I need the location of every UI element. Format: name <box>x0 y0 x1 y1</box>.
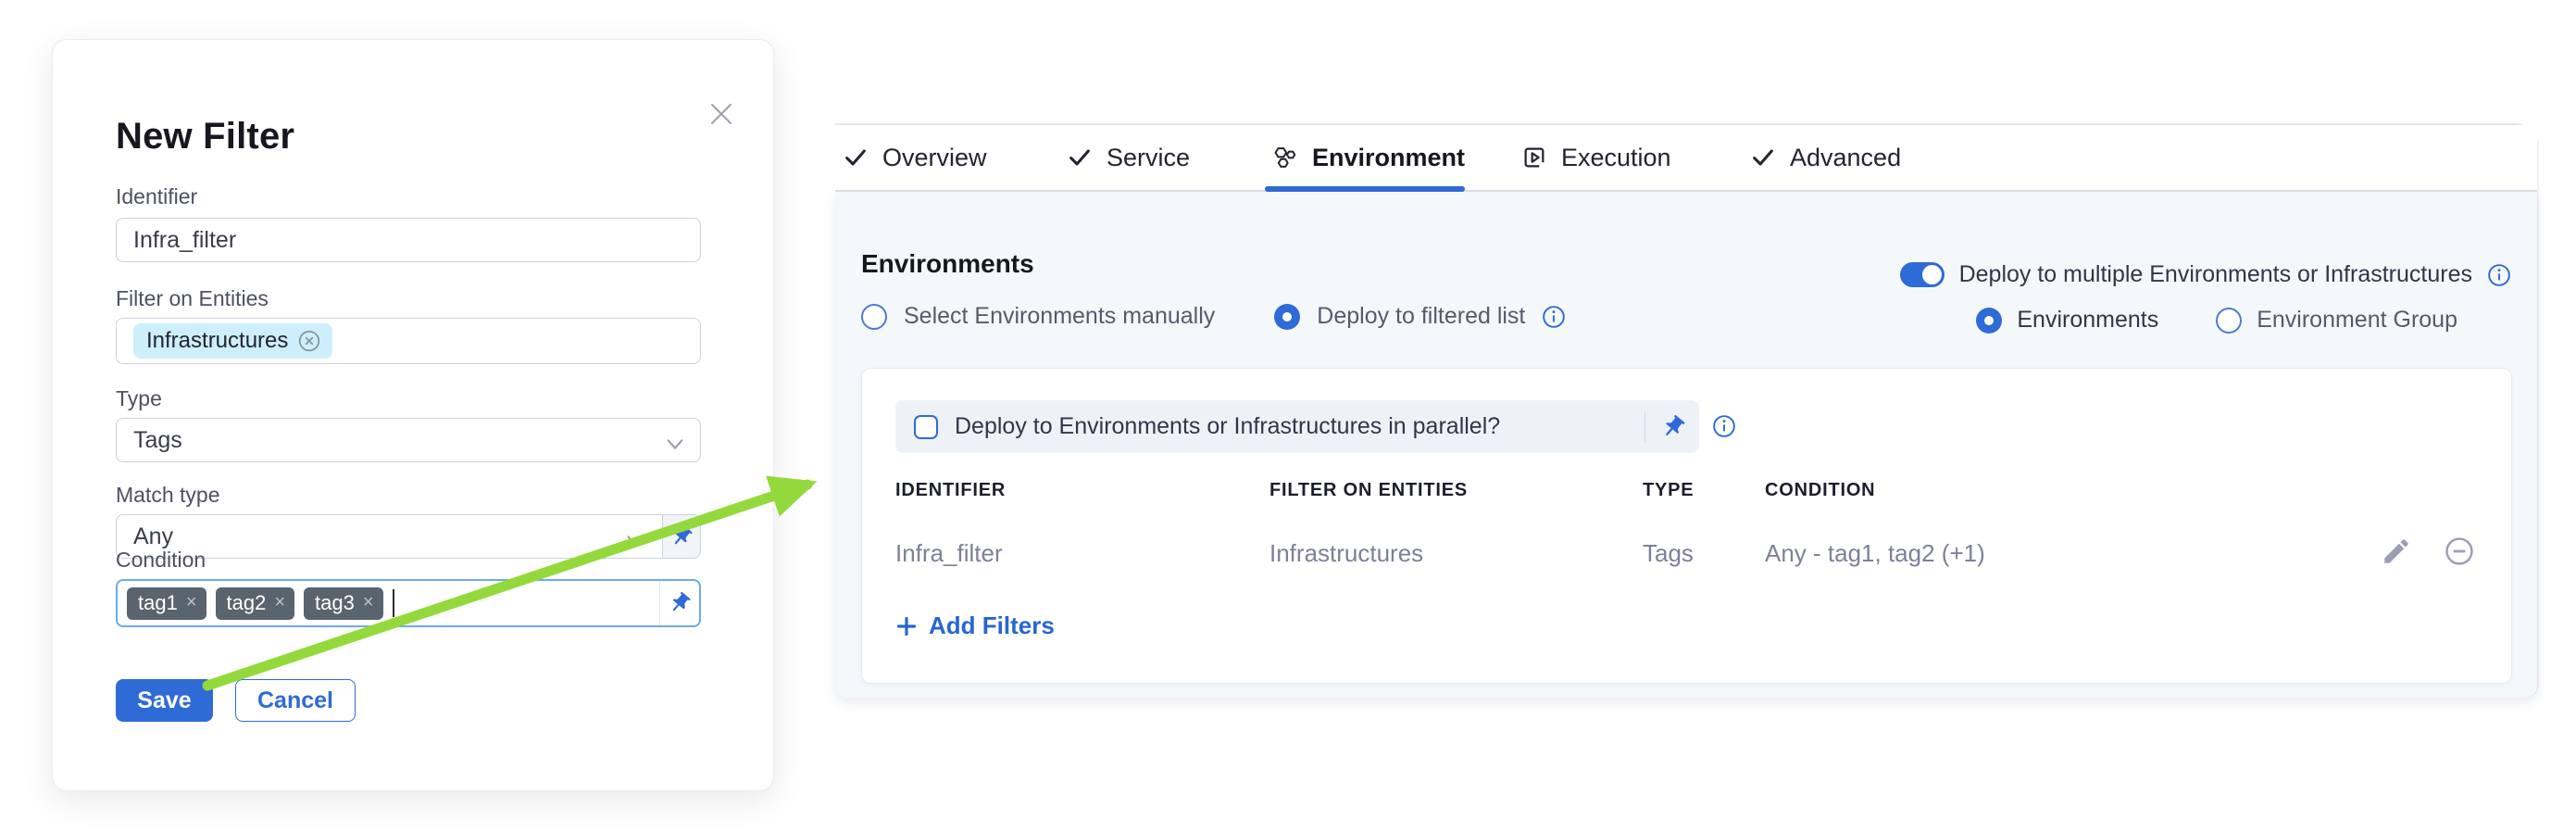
deploy-to-filtered-list-radio[interactable] <box>1274 304 1300 330</box>
environment-group-radio-label: Environment Group <box>2257 307 2457 334</box>
condition-label: Condition <box>116 548 206 573</box>
environment-selection-radios: Select Environments manually Deploy to f… <box>861 303 1566 330</box>
pin-icon <box>668 591 692 615</box>
match-type-label: Match type <box>116 483 220 508</box>
divider <box>1644 411 1646 443</box>
environment-group-radio[interactable] <box>2216 308 2242 334</box>
edit-filter-pencil-icon[interactable] <box>2381 536 2412 567</box>
pin-toggle-button[interactable] <box>662 514 701 559</box>
info-icon[interactable] <box>1542 305 1566 329</box>
tab-label: Service <box>1107 144 1190 172</box>
remove-tag-icon[interactable]: × <box>363 592 374 613</box>
multi-deploy-toggle-row: Deploy to multiple Environments or Infra… <box>1900 261 2511 288</box>
environment-type-radios: Environments Environment Group <box>1976 307 2457 334</box>
info-icon[interactable] <box>2487 263 2511 287</box>
column-header-condition: CONDITION <box>1765 480 1875 501</box>
check-icon <box>843 145 869 170</box>
match-type-value: Any <box>133 523 173 550</box>
condition-tag-chip: tag3 × <box>304 587 383 620</box>
info-icon[interactable] <box>1712 414 1736 438</box>
condition-tag-chip: tag2 × <box>216 587 295 620</box>
chevron-down-icon <box>665 432 685 447</box>
plus-icon <box>895 615 918 637</box>
pin-icon[interactable] <box>1660 414 1686 440</box>
chevron-down-icon <box>625 528 645 543</box>
select-environments-manually-label: Select Environments manually <box>904 303 1215 330</box>
parallel-deploy-checkbox[interactable] <box>914 415 938 439</box>
tag-label: tag2 <box>227 591 267 615</box>
type-label: Type <box>116 386 162 411</box>
cancel-button[interactable]: Cancel <box>235 679 356 722</box>
identifier-label: Identifier <box>116 184 197 209</box>
tab-environment[interactable]: Environment <box>1272 125 1465 190</box>
row-identifier: Infra_filter <box>895 539 1003 568</box>
entities-chip: Infrastructures <box>133 323 332 359</box>
stage-tabbar: Overview Service Environment <box>835 125 2537 192</box>
add-filters-label: Add Filters <box>929 611 1055 640</box>
identifier-value: Infra_filter <box>133 227 236 254</box>
close-icon[interactable] <box>705 97 738 131</box>
tab-label: Advanced <box>1790 144 1901 172</box>
pin-toggle-button[interactable] <box>659 581 699 625</box>
entities-chip-label: Infrastructures <box>146 328 288 354</box>
tab-advanced[interactable]: Advanced <box>1750 125 1901 190</box>
environments-radio[interactable] <box>1976 308 2002 334</box>
parallel-deploy-bar: Deploy to Environments or Infrastructure… <box>895 400 1699 453</box>
check-icon <box>1750 145 1776 170</box>
tab-service[interactable]: Service <box>1067 125 1190 190</box>
filters-card: Deploy to Environments or Infrastructure… <box>861 368 2512 684</box>
tag-label: tag1 <box>138 591 178 615</box>
row-type: Tags <box>1643 539 1694 568</box>
select-environments-manually-radio[interactable] <box>861 304 887 330</box>
condition-tags-area[interactable]: tag1 × tag2 × tag3 × <box>118 581 659 625</box>
environments-heading: Environments <box>861 249 1034 279</box>
add-filters-button[interactable]: Add Filters <box>895 611 1055 640</box>
pin-icon <box>669 524 694 548</box>
column-header-entities: FILTER ON ENTITIES <box>1269 480 1468 501</box>
condition-input[interactable]: tag1 × tag2 × tag3 × <box>116 579 701 627</box>
save-button[interactable]: Save <box>116 679 213 722</box>
execution-play-icon <box>1521 145 1547 170</box>
identifier-input[interactable]: Infra_filter <box>116 218 701 262</box>
deploy-multiple-label: Deploy to multiple Environments or Infra… <box>1959 261 2472 288</box>
tab-execution[interactable]: Execution <box>1521 125 1671 190</box>
remove-tag-icon[interactable]: × <box>274 592 285 613</box>
row-condition: Any - tag1, tag2 (+1) <box>1765 539 1985 568</box>
text-cursor <box>393 589 394 617</box>
row-entities: Infrastructures <box>1269 539 1423 568</box>
remove-chip-icon[interactable] <box>297 329 321 353</box>
column-header-identifier: IDENTIFIER <box>895 480 1006 501</box>
condition-tag-chip: tag1 × <box>127 587 206 620</box>
tab-label: Execution <box>1561 144 1671 172</box>
pipeline-stage-container: Overview Service Environment <box>835 123 2539 698</box>
parallel-deploy-label: Deploy to Environments or Infrastructure… <box>955 413 1644 440</box>
deploy-multiple-toggle[interactable] <box>1900 262 1945 287</box>
new-filter-modal: New Filter Identifier Infra_filter Filte… <box>52 39 774 791</box>
environment-tab-panel: Environments Select Environments manuall… <box>835 192 2537 698</box>
type-value: Tags <box>133 427 182 454</box>
entities-input[interactable]: Infrastructures <box>116 318 701 364</box>
modal-title: New Filter <box>116 116 294 158</box>
type-select[interactable]: Tags <box>116 418 701 462</box>
remove-filter-minus-icon[interactable] <box>2444 536 2475 567</box>
check-icon <box>1067 145 1093 170</box>
tab-label: Overview <box>882 144 987 172</box>
entities-label: Filter on Entities <box>116 286 269 311</box>
column-header-type: TYPE <box>1643 480 1694 501</box>
remove-tag-icon[interactable]: × <box>186 592 197 613</box>
tab-overview[interactable]: Overview <box>843 125 987 190</box>
environment-hexagons-icon <box>1272 145 1298 170</box>
tag-label: tag3 <box>315 591 355 615</box>
tab-label: Environment <box>1312 144 1465 172</box>
environments-radio-label: Environments <box>2017 307 2158 334</box>
deploy-to-filtered-list-label: Deploy to filtered list <box>1317 303 1525 330</box>
